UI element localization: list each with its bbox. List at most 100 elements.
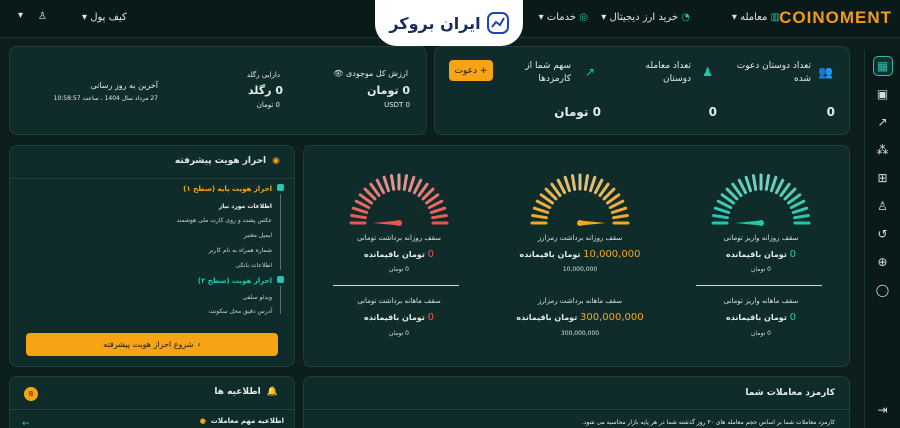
services-icon: ◎	[579, 12, 588, 23]
side-nav: ▦ ▣ ↗ ⁂ ⊞ ♙ ↺ ⊕ ◯ ⇥	[864, 50, 900, 428]
notifications-card: 🔔 اطلاعیه ها 8 اطلاعیه مهم معاملات ● ←	[9, 376, 295, 428]
start-kyc-label: شروع احراز هویت پیشرفته	[103, 340, 194, 349]
chevron-left-icon: ‹	[197, 340, 201, 349]
gift-icon[interactable]: ⊞	[873, 168, 893, 188]
gauge-tick	[421, 187, 435, 201]
kyc-item: عکس پشت و روی کارت ملی هوشمند	[176, 217, 272, 224]
wallet-menu[interactable]: ▾ کیف پول	[82, 12, 127, 23]
user-icon[interactable]: ♙	[38, 11, 47, 22]
divider	[10, 409, 294, 410]
gauge-hub	[577, 220, 583, 226]
gauge-value: 0 تومان باقیمانده	[329, 249, 469, 260]
gauge-unit: تومان باقیمانده	[519, 250, 581, 259]
eye-icon[interactable]: 👁	[333, 69, 343, 78]
gauge-tick	[737, 178, 748, 195]
gauge-tick	[402, 174, 409, 191]
total-assets-label: ارزش کل موجودی 👁	[333, 69, 408, 78]
last-update-label: آخرین به روز رسانی	[90, 81, 158, 90]
gauge-label: سقف روزانه برداشت رمزارز	[537, 234, 623, 242]
add-user-icon[interactable]: ⊕	[873, 252, 893, 272]
trend-icon[interactable]: ↗	[873, 112, 893, 132]
friends-trades-title: تعداد معامله دوستان	[645, 61, 691, 85]
logout-icon[interactable]: ⇥	[873, 400, 893, 420]
kyc-item: اطلاعات مورد نیاز	[218, 203, 272, 210]
gauge-tick	[608, 199, 625, 210]
timeline-line	[280, 194, 281, 270]
gauge-tick	[351, 206, 369, 214]
gauge-tick	[389, 174, 396, 191]
arrow-left-icon[interactable]: ←	[22, 419, 30, 428]
nav-services[interactable]: ◎ خدمات ▾	[539, 12, 588, 23]
chat-icon[interactable]: ◯	[873, 280, 893, 300]
chevron-down-icon[interactable]: ▾	[18, 10, 23, 21]
gauge-tick	[531, 213, 548, 220]
divider	[304, 409, 849, 410]
gauge-tick	[787, 193, 802, 205]
invite-button[interactable]: دعوت +	[449, 60, 493, 81]
divider	[10, 178, 294, 179]
gauge-tick	[744, 175, 752, 193]
dashboard-icon[interactable]: ▦	[872, 56, 893, 76]
gauge-tick	[583, 174, 590, 191]
kyc-item: ویدئو سلفی	[242, 294, 272, 301]
gauge-tick	[589, 175, 597, 193]
gauge-tick	[764, 174, 771, 191]
kyc-item: ایمیل معتبر	[243, 232, 272, 239]
gauge-tick	[570, 174, 577, 191]
user-icon: ♟	[702, 65, 713, 79]
gauge-total: 0 تومان	[751, 266, 771, 273]
gauge-needle	[580, 220, 606, 226]
profile-icon[interactable]: ♙	[873, 196, 893, 216]
gauge-value: 10,000,000 تومان باقیمانده	[510, 249, 650, 260]
notification-item[interactable]: اطلاعیه مهم معاملات ●	[200, 417, 284, 425]
gauge-label: سقف روزانه برداشت تومانی	[357, 234, 441, 242]
timeline-line	[280, 286, 281, 314]
gauge-tick	[358, 193, 373, 205]
friends-trades-value: 0	[708, 105, 717, 119]
gauge-tick	[375, 178, 386, 195]
gauge-tick	[563, 175, 571, 193]
monthly-unit: تومان باقیمانده	[516, 313, 578, 322]
gauge-tick	[369, 182, 381, 197]
divider	[696, 285, 822, 286]
divider	[333, 285, 459, 286]
gauge-tick	[354, 199, 371, 210]
kyc-item: آدرس دقیق محل سکونت	[208, 308, 272, 315]
monthly-unit: تومان باقیمانده	[726, 313, 787, 322]
brand-badge: ایران بروکر	[375, 0, 523, 46]
gauge-tick	[720, 193, 735, 205]
kyc-title: احراز هویت پیشرفته	[174, 156, 267, 166]
last-update-value: 27 مرداد سال 1404 ، ساعت 10:58:57	[53, 95, 158, 102]
monthly-value: 0 تومان باقیمانده	[691, 312, 831, 323]
gauge-tick	[550, 182, 562, 197]
site-logo[interactable]: COINOMENT	[779, 8, 892, 28]
gauge-tick	[713, 206, 731, 214]
nav-services-label: خدمات	[546, 12, 577, 23]
kyc-level1: احراز هویت پایه (سطح ۱)	[183, 185, 272, 193]
gauge-tick	[610, 206, 628, 214]
invited-title: تعداد دوستان دعوت شده	[736, 61, 811, 85]
history-icon[interactable]: ↺	[873, 224, 893, 244]
wallet-icon[interactable]: ▣	[873, 84, 893, 104]
gauge-value: 0 تومان باقیمانده	[691, 249, 831, 260]
gauge-tick	[417, 182, 429, 197]
brand-name: ایران بروکر	[389, 13, 481, 33]
monthly-total: 0 تومان	[389, 330, 409, 337]
network-icon[interactable]: ⁂	[873, 140, 893, 160]
start-kyc-button[interactable]: شروع احراز هویت پیشرفته ‹	[26, 333, 278, 356]
gauge-tick	[431, 213, 448, 220]
notifications-header: 🔔 اطلاعیه ها	[214, 387, 278, 397]
check-icon	[277, 276, 284, 283]
monthly-label: سقف ماهانه برداشت رمزارز	[537, 297, 623, 305]
cart-icon: ◔	[681, 12, 690, 23]
users-icon: 👥	[818, 65, 833, 79]
wallet-label: کیف پول	[90, 12, 127, 23]
limits-card: سقف روزانه واریز تومانی 0 تومان باقیماند…	[303, 145, 850, 367]
nav-buy-digital[interactable]: ◔ خرید ارز دیجیتال ▾	[601, 12, 690, 23]
gauge-tick	[425, 193, 440, 205]
nav-trade[interactable]: ▥ معامله ▾	[732, 12, 780, 23]
kyc-item: اطلاعات بانکی	[235, 262, 272, 269]
gauge-number: 0	[427, 249, 434, 260]
monthly-unit: تومان باقیمانده	[364, 313, 425, 322]
monthly-number: 0	[427, 312, 434, 323]
